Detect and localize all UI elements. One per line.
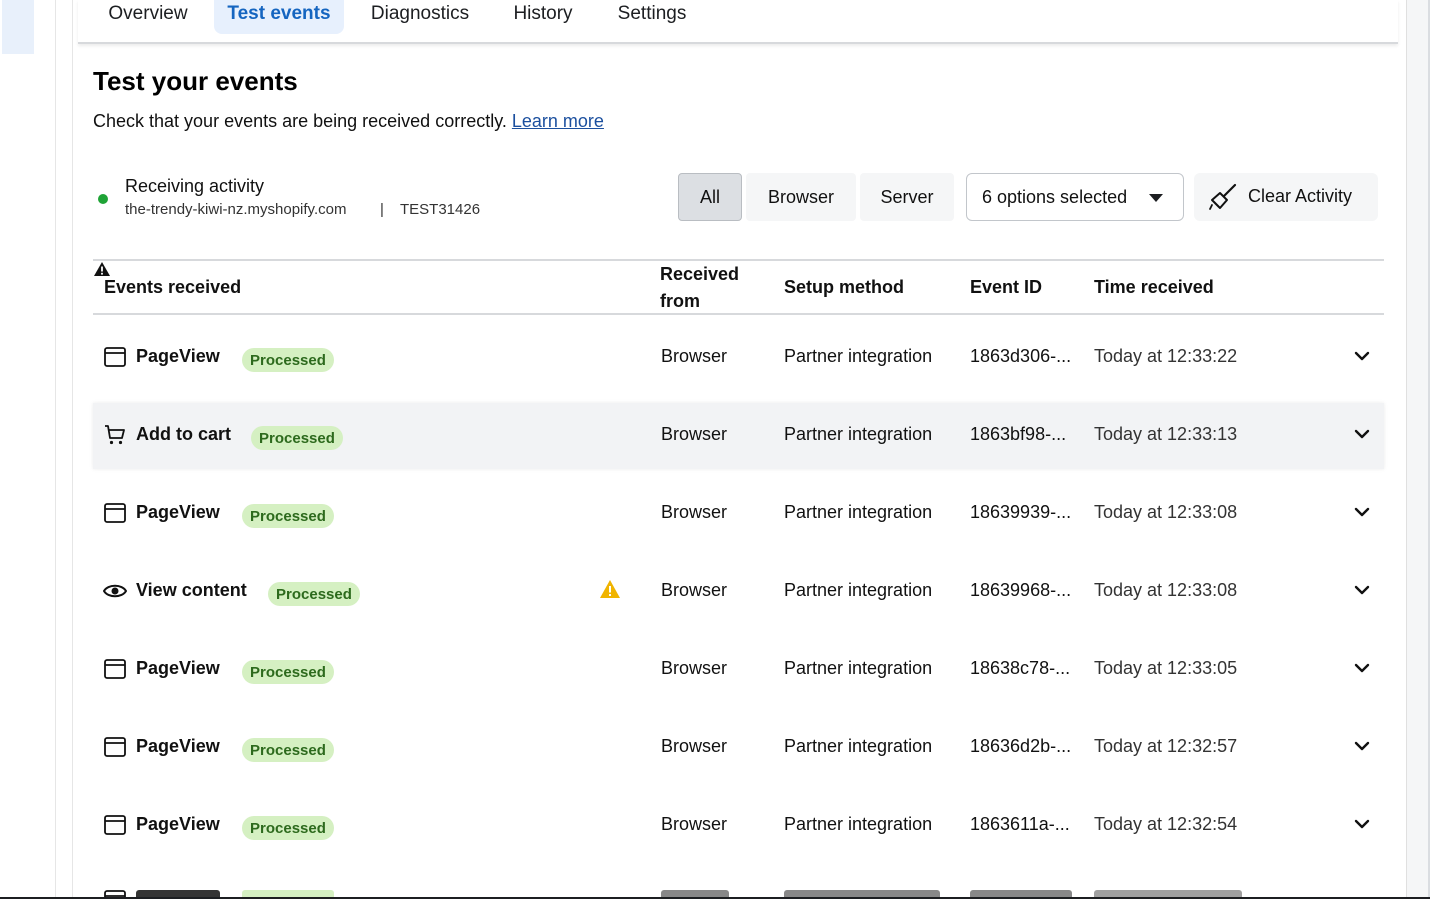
chevron-down-icon[interactable] [1354,740,1370,752]
event-row[interactable]: PageView Processed Browser Partner integ… [93,715,1384,781]
browser-window-icon [104,737,126,757]
receiving-separator: | [380,201,384,218]
event-name: PageView [136,736,220,756]
event-id: 18639939-... [970,502,1072,522]
subtitle-text: Check that your events are being receive… [93,111,507,131]
left-nav-gutter [0,0,56,899]
event-id: 1863611a-... [970,814,1070,834]
page-subtitle: Check that your events are being receive… [93,111,604,132]
event-name: Add to cart [136,424,232,444]
header-received-from: Received from [660,264,740,311]
chevron-down-icon[interactable] [1354,818,1370,830]
test-event-code: TEST31426 [400,201,481,218]
events-table-header: Events received Received from Setup meth… [93,259,1384,315]
event-options-dropdown[interactable]: 6 options selected [966,173,1184,221]
cart-icon [105,425,125,445]
time-received: Today at 12:32:54 [1094,814,1238,834]
event-id: 18638c78-... [970,658,1071,678]
status-badge: Processed [242,660,334,684]
setup-method: Partner integration [784,736,933,756]
browser-window-icon [104,347,126,367]
chevron-down-icon[interactable] [1354,584,1370,596]
setup-method: Partner integration [784,502,933,522]
tab-overview[interactable]: Overview [106,0,190,34]
received-from: Browser [661,424,728,444]
received-from: Browser [661,658,728,678]
dropdown-label: 6 options selected [982,186,1128,207]
time-received: Today at 12:33:05 [1094,658,1238,678]
time-received: Today at 12:33:13 [1094,424,1238,444]
status-badge: Processed [251,426,343,450]
header-event-id: Event ID [970,277,1043,297]
event-row[interactable]: PageView Processed Browser Partner integ… [93,793,1384,859]
setup-method: Partner integration [784,814,933,834]
event-row[interactable]: PageView Processed Browser Partner integ… [93,637,1384,703]
tab-history[interactable]: History [510,0,576,34]
browser-window-icon [104,659,126,679]
event-row[interactable]: Add to cart Processed Browser Partner in… [93,403,1384,469]
tab-bar: Overview Test events Diagnostics History… [78,0,1398,44]
time-received: Today at 12:33:08 [1094,580,1238,600]
status-badge: Processed [242,348,334,372]
time-received: Today at 12:33:08 [1094,502,1238,522]
page-title: Test your events [93,66,298,96]
status-badge: Processed [242,504,334,528]
header-events-received: Events received [104,277,242,297]
eye-icon [103,584,127,598]
event-name: View content [136,580,247,600]
event-id: 18636d2b-... [970,736,1072,756]
time-received: Today at 12:33:22 [1094,346,1238,366]
header-time-received: Time received [1094,277,1214,297]
status-badge: Processed [242,738,334,762]
tab-test-events[interactable]: Test events [214,0,344,34]
learn-more-link[interactable]: Learn more [512,111,604,131]
clear-activity-button[interactable]: Clear Activity [1194,173,1378,221]
status-badge: Processed [242,816,334,840]
left-nav-selected-item[interactable] [2,0,34,54]
chevron-down-icon[interactable] [1354,506,1370,518]
browser-window-icon [104,815,126,835]
filter-server-button[interactable]: Server [860,173,954,221]
setup-method: Partner integration [784,658,933,678]
receiving-domain: the-trendy-kiwi-nz.myshopify.com [125,201,347,218]
chevron-down-icon[interactable] [1354,662,1370,674]
warning-icon[interactable] [599,579,621,599]
broom-icon [1209,183,1237,210]
setup-method: Partner integration [784,424,933,444]
header-setup-method: Setup method [784,277,904,297]
received-from: Browser [661,580,728,600]
caret-down-icon [1149,194,1163,202]
received-from: Browser [661,502,728,522]
setup-method: Partner integration [784,580,933,600]
clear-activity-label: Clear Activity [1248,186,1353,206]
event-name: PageView [136,658,220,678]
chevron-down-icon[interactable] [1354,428,1370,440]
event-id: 1863bf98-... [970,424,1067,444]
receiving-status-dot [98,194,108,204]
receiving-activity-title: Receiving activity [125,176,265,196]
received-from: Browser [661,814,728,834]
event-row[interactable]: View content Processed Browser Partner i… [93,559,1384,625]
event-id: 1863d306-... [970,346,1072,366]
browser-window-icon [104,503,126,523]
event-name: PageView [136,346,220,366]
setup-method: Partner integration [784,346,933,366]
tab-diagnostics[interactable]: Diagnostics [368,0,472,34]
filter-all-button[interactable]: All [678,173,742,221]
event-row[interactable]: PageView Processed Browser Partner integ… [93,325,1384,391]
scrollbar-track[interactable] [1406,0,1430,899]
received-from: Browser [661,736,728,756]
received-from: Browser [661,346,728,366]
event-name: PageView [136,814,220,834]
event-row[interactable]: PageView Processed Browser Partner integ… [93,481,1384,547]
chevron-down-icon[interactable] [1354,350,1370,362]
tab-settings[interactable]: Settings [616,0,688,34]
filter-browser-button[interactable]: Browser [746,173,856,221]
status-badge: Processed [268,582,360,606]
event-id: 18639968-... [970,580,1072,600]
time-received: Today at 12:32:57 [1094,736,1238,756]
event-name: PageView [136,502,220,522]
